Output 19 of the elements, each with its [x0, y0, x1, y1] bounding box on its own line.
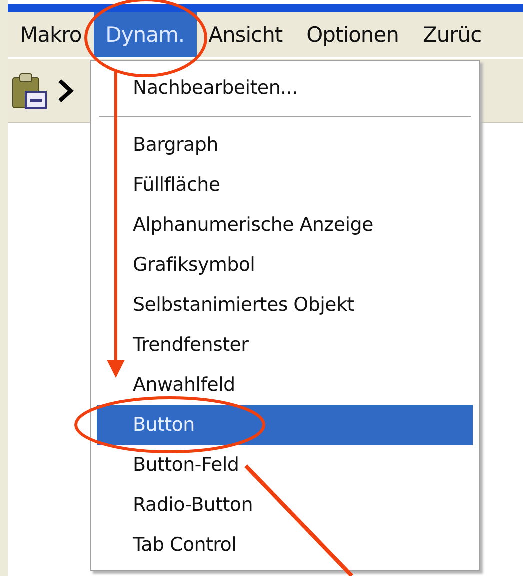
menu-bar-item[interactable]: Optionen	[294, 12, 411, 57]
menu-item[interactable]: Radio-Button	[97, 485, 473, 525]
menu-item[interactable]: Selbstanimiertes Objekt	[97, 285, 473, 325]
clipboard-icon[interactable]	[10, 72, 48, 110]
menu-bar-item[interactable]: Zurüc	[410, 12, 494, 57]
menu-item[interactable]: Alphanumerische Anzeige	[97, 205, 473, 245]
menu-bar-item[interactable]: Dynam.	[94, 12, 197, 57]
menu-item[interactable]: Button-Feld	[97, 445, 473, 485]
menu-item[interactable]: Trendfenster	[97, 325, 473, 365]
menu-item[interactable]: Bargraph	[97, 125, 473, 165]
menu-item[interactable]: Grafiksymbol	[97, 245, 473, 285]
menu-item[interactable]: Tab Control	[97, 525, 473, 565]
menu-item[interactable]: Anwahlfeld	[97, 365, 473, 405]
menu-item[interactable]: Füllfläche	[97, 165, 473, 205]
menu-item[interactable]: Button	[97, 405, 473, 445]
menu-item[interactable]: Nachbearbeiten...	[97, 68, 473, 108]
menu-bar-item[interactable]: Ansicht	[196, 12, 295, 57]
chevron-icon[interactable]	[58, 78, 74, 102]
menu-bar-item[interactable]: Makro	[8, 12, 94, 57]
